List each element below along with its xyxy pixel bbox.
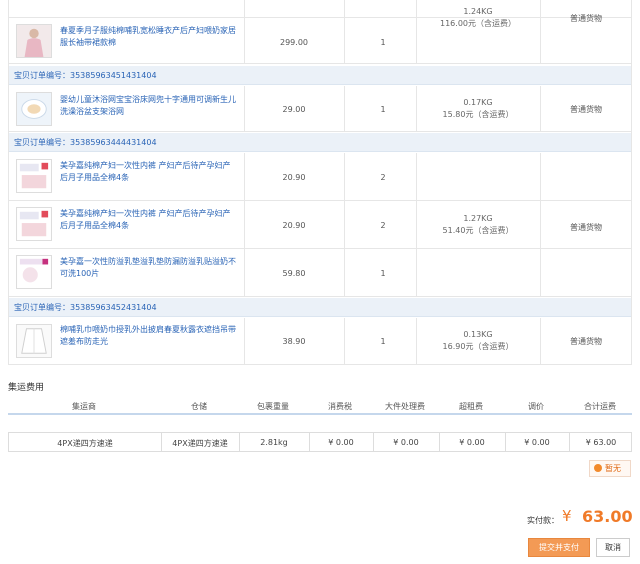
fees-section-title: 集运费用 [8,383,45,393]
product-price: 20.90 [282,173,306,182]
total-amount: 63.00 [582,507,633,526]
total-label: 实付款： [527,516,559,525]
product-qty: 1 [380,38,386,47]
group-weight-fee: 1.27KG 51.40元（含运费） [416,213,540,237]
fee-overrent: ¥ 0.00 [459,438,485,447]
coupon-label: 暂无 [605,464,621,473]
fee-header-oversize: 大件处理费 [385,402,425,411]
group-weight-fee: 0.13KG 16.90元（含运费） [416,329,540,353]
product-table: 春夏季月子服纯棉哺乳宽松睡衣产后产妇喂奶家居服长袖带裙款棉 299.00 1 1… [8,0,632,366]
total-currency: ¥ [562,507,572,525]
goods-type: 普通货物 [570,223,602,232]
order-number-label: 宝贝订单编号： [14,71,70,80]
group-weight: 0.17KG [463,98,493,107]
group-fee: 15.80元（含运费） [442,110,514,119]
order-number-value: 35385963444431404 [70,138,157,147]
product-qty: 2 [380,221,386,230]
fees-table-row: 4PX递四方速递 4PX递四方速递 2.81kg ¥ 0.00 ¥ 0.00 ¥… [8,432,632,452]
table-row: 美孕嘉纯棉产妇一次性内裤 产妇产后待产孕妇产后月子用品全棉4条 20.90 2 [8,153,632,201]
group-fee: 16.90元（含运费） [442,342,514,351]
order-number-bar: 宝贝订单编号：35385963452431404 [8,298,632,317]
goods-type: 普通货物 [570,14,602,23]
fee-header-overrent: 超租费 [459,402,483,411]
product-thumbnail[interactable] [16,92,52,126]
product-name-link[interactable]: 婴幼儿童沐浴网宝宝浴床网兜十字通用可调新生儿洗澡浴盆支架浴网 [60,94,238,118]
fees-table-header: 集运商 仓储 包裹重量 消费税 大件处理费 超租费 调价 合计运费 [8,401,632,415]
fee-total: ¥ 63.00 [585,438,617,447]
goods-type: 普通货物 [570,105,602,114]
product-qty: 2 [380,173,386,182]
submit-pay-button[interactable]: 提交并支付 [528,538,590,557]
product-name-link[interactable]: 春夏季月子服纯棉哺乳宽松睡衣产后产妇喂奶家居服长袖带裙款棉 [60,25,238,49]
group-weight: 1.24KG [463,7,493,16]
cancel-button[interactable]: 取消 [596,538,630,557]
product-price: 29.00 [282,105,306,114]
table-row: 婴幼儿童沐浴网宝宝浴床网兜十字通用可调新生儿洗澡浴盆支架浴网 29.00 1 0… [8,86,632,132]
fee-header-adjust: 调价 [528,402,544,411]
table-row: 棉哺乳巾喂奶巾授乳外出披肩春夏秋露衣遮挡吊带遮羞布防走光 38.90 1 0.1… [8,318,632,365]
coupon-icon [594,464,602,472]
product-price: 59.80 [282,269,306,278]
group-weight-fee: 0.17KG 15.80元（含运费） [416,97,540,121]
product-name-link[interactable]: 棉哺乳巾喂奶巾授乳外出披肩春夏秋露衣遮挡吊带遮羞布防走光 [60,324,238,348]
product-name-link[interactable]: 美孕嘉纯棉产妇一次性内裤 产妇产后待产孕妇产后月子用品全棉4条 [60,208,238,232]
table-row: 美孕嘉一次性防溢乳垫溢乳垫防漏防溢乳贴溢奶不可洗100片 59.80 1 [8,249,632,297]
fee-header-warehouse: 仓储 [191,402,207,411]
goods-type: 普通货物 [570,337,602,346]
product-thumbnail[interactable] [16,159,52,193]
product-price: 20.90 [282,221,306,230]
fee-header-total: 合计运费 [584,402,616,411]
order-number-bar: 宝贝订单编号：35385963444431404 [8,133,632,152]
product-thumbnail[interactable] [16,255,52,289]
product-thumbnail[interactable] [16,324,52,358]
product-qty: 1 [380,105,386,114]
group-fee: 51.40元（含运费） [442,226,514,235]
fee-tax: ¥ 0.00 [328,438,354,447]
product-thumbnail[interactable] [16,24,52,58]
fee-header-weight: 包裹重量 [257,402,289,411]
fee-header-carrier: 集运商 [72,402,96,411]
order-number-value: 35385963452431404 [70,303,157,312]
group-weight-fee: 1.24KG 116.00元（含运费） [416,6,540,30]
product-name-link[interactable]: 美孕嘉纯棉产妇一次性内裤 产妇产后待产孕妇产后月子用品全棉4条 [60,160,238,184]
group-fee: 116.00元（含运费） [440,19,516,28]
fee-warehouse: 4PX递四方速递 [172,439,228,448]
order-number-value: 35385963451431404 [70,71,157,80]
product-qty: 1 [380,337,386,346]
fee-oversize: ¥ 0.00 [393,438,419,447]
order-number-label: 宝贝订单编号： [14,303,70,312]
fee-header-tax: 消费税 [328,402,352,411]
product-price: 299.00 [280,38,308,47]
product-name-link[interactable]: 美孕嘉一次性防溢乳垫溢乳垫防漏防溢乳贴溢奶不可洗100片 [60,256,238,280]
product-qty: 1 [380,269,386,278]
fee-carrier: 4PX递四方速递 [57,439,113,448]
group-weight: 0.13KG [463,330,493,339]
product-thumbnail[interactable] [16,207,52,241]
fee-adjust: ¥ 0.00 [524,438,550,447]
coupon-badge[interactable]: 暂无 [589,460,631,477]
order-number-bar: 宝贝订单编号：35385963451431404 [8,66,632,85]
group-weight: 1.27KG [463,214,493,223]
product-price: 38.90 [282,337,306,346]
order-number-label: 宝贝订单编号： [14,138,70,147]
fee-weight: 2.81kg [260,438,288,447]
